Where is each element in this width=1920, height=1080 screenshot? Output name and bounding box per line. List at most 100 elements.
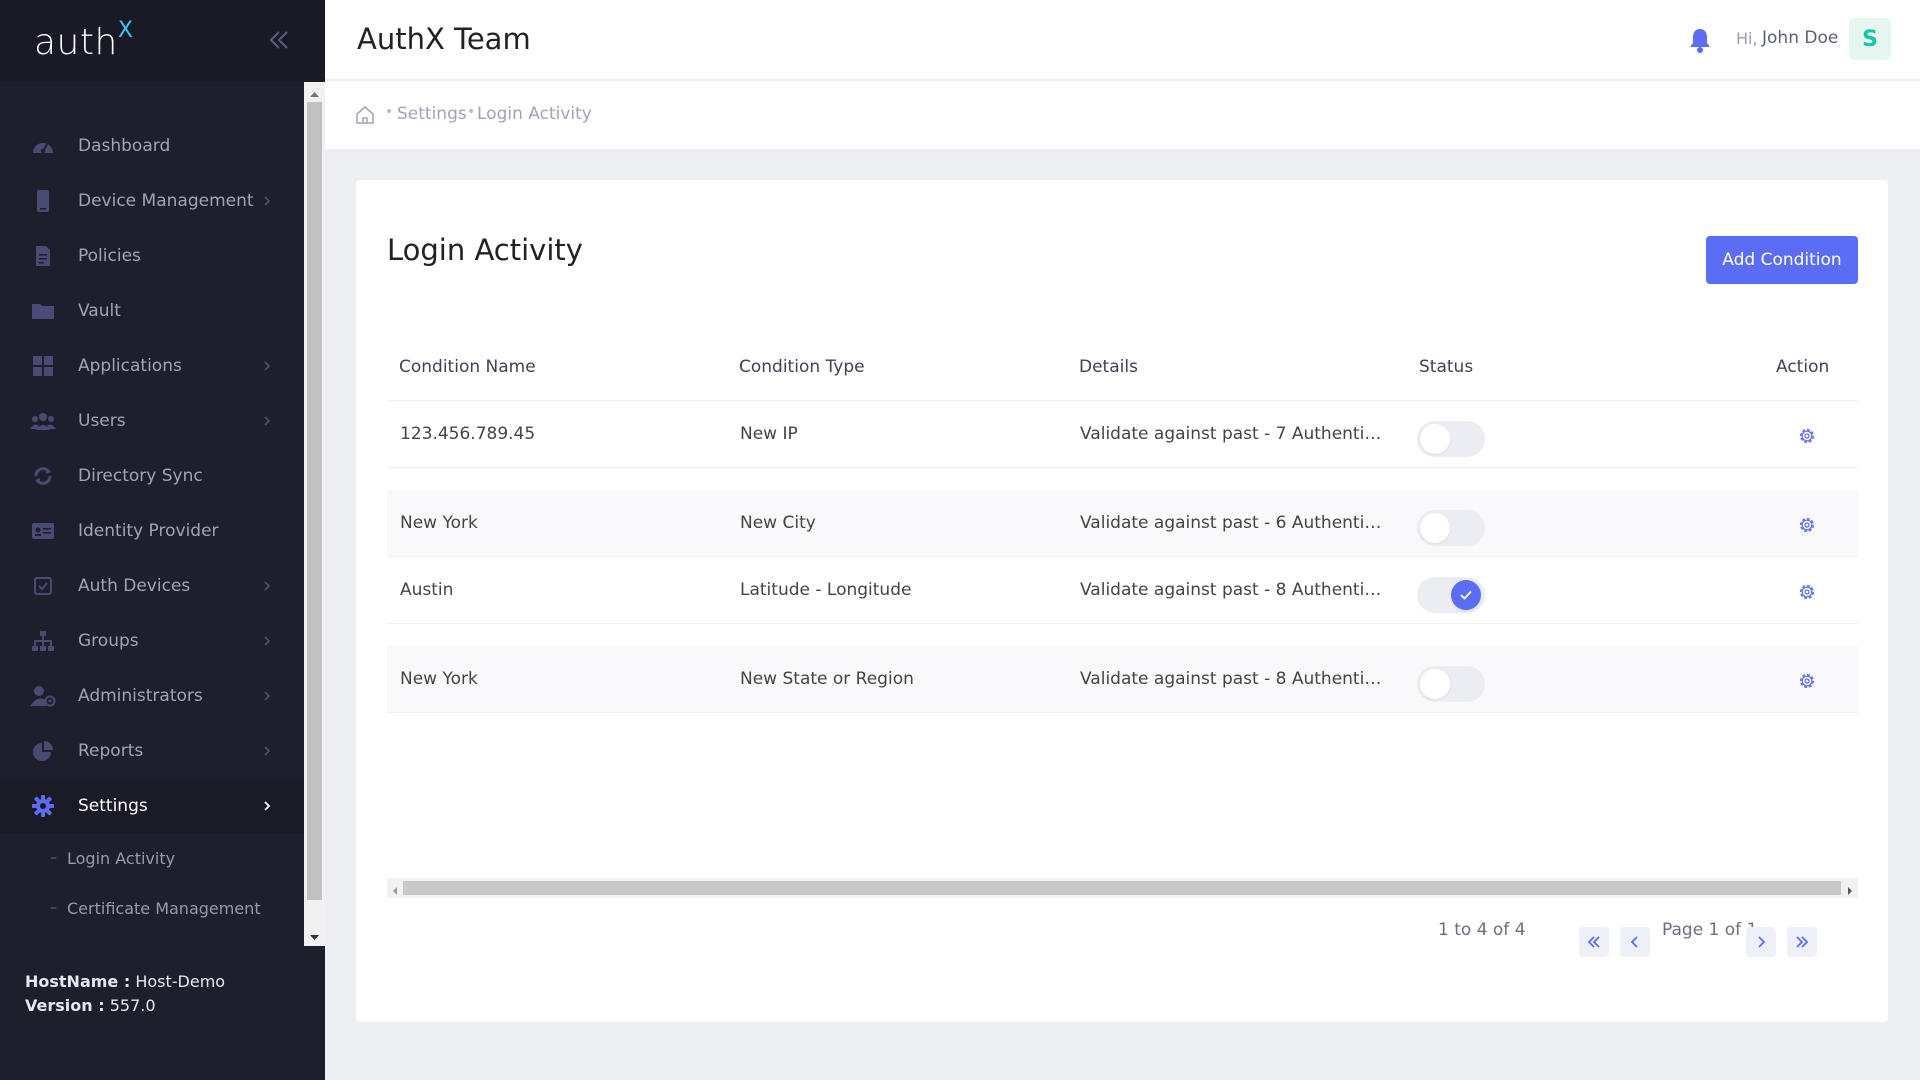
double-chevron-left-icon bbox=[1587, 936, 1600, 948]
column-header-condition-name[interactable]: Condition Name bbox=[399, 357, 536, 377]
bell-icon[interactable] bbox=[1687, 26, 1713, 54]
sync-icon bbox=[30, 463, 56, 489]
avatar[interactable]: S bbox=[1849, 18, 1891, 60]
sidebar-item-label: Reports bbox=[78, 740, 144, 761]
sitemap-icon bbox=[30, 628, 56, 654]
hostname-label: HostName : bbox=[25, 972, 131, 991]
status-toggle[interactable] bbox=[1417, 577, 1485, 613]
sidebar-item-label: Vault bbox=[78, 300, 121, 321]
toggle-knob bbox=[1420, 424, 1450, 454]
row-spacer bbox=[387, 468, 1858, 490]
toggle-knob bbox=[1451, 580, 1481, 610]
grid-icon bbox=[30, 353, 56, 379]
sidebar-scrollbar-thumb[interactable] bbox=[307, 102, 322, 900]
cell-details: Validate against past - 8 Authentication… bbox=[1080, 669, 1390, 689]
scroll-left-arrow-icon[interactable] bbox=[390, 882, 400, 895]
sidebar-item-label: Identity Provider bbox=[78, 520, 219, 541]
next-page-button[interactable] bbox=[1746, 927, 1776, 957]
sidebar-item-reports[interactable]: Reports bbox=[0, 723, 304, 778]
home-icon[interactable] bbox=[355, 105, 375, 125]
chevron-right-icon bbox=[1758, 936, 1766, 948]
version-value: 557.0 bbox=[109, 996, 156, 1015]
cell-condition-name: New York bbox=[400, 513, 478, 533]
sidebar-item-identity-provider[interactable]: Identity Provider bbox=[0, 503, 304, 558]
breadcrumb-current: Login Activity bbox=[477, 104, 592, 124]
column-header-details[interactable]: Details bbox=[1079, 357, 1138, 377]
sidebar-item-dashboard[interactable]: Dashboard bbox=[0, 118, 304, 173]
previous-page-button[interactable] bbox=[1620, 927, 1650, 957]
user-gear-icon bbox=[30, 683, 56, 709]
sidebar-item-label: Device Management bbox=[78, 190, 254, 211]
table-row: New York New City Validate against past … bbox=[387, 490, 1858, 557]
table-row: Austin Latitude - Longitude Validate aga… bbox=[387, 557, 1858, 624]
cell-condition-name: Austin bbox=[400, 580, 454, 600]
chevron-right-icon bbox=[262, 688, 272, 702]
dashboard-icon bbox=[30, 133, 56, 159]
row-spacer bbox=[387, 624, 1858, 646]
chevron-right-icon bbox=[262, 633, 272, 647]
sidebar-item-label: Directory Sync bbox=[78, 465, 203, 486]
gear-icon[interactable] bbox=[1797, 515, 1817, 535]
scroll-up-arrow-icon[interactable] bbox=[308, 86, 321, 98]
user-name[interactable]: John Doe bbox=[1762, 28, 1838, 48]
sidebar-subitem-login-activity[interactable]: – Login Activity bbox=[0, 833, 304, 883]
table-header: Condition Name Condition Type Details St… bbox=[387, 335, 1858, 401]
page-indicator: Page 1 of 1 bbox=[1662, 920, 1758, 940]
cell-details: Validate against past - 7 Authentication… bbox=[1080, 424, 1390, 444]
cell-condition-name: 123.456.789.45 bbox=[400, 424, 536, 444]
sidebar-menu: Dashboard Device Management Policies Vau… bbox=[0, 118, 304, 933]
page-title: Login Activity bbox=[387, 233, 583, 267]
sidebar-item-administrators[interactable]: Administrators bbox=[0, 668, 304, 723]
cell-condition-type: New IP bbox=[740, 424, 798, 444]
status-toggle[interactable] bbox=[1417, 510, 1485, 546]
gear-icon[interactable] bbox=[1797, 671, 1817, 691]
sidebar-subitem-label: Login Activity bbox=[67, 848, 176, 868]
breadcrumb-settings[interactable]: Settings bbox=[397, 104, 467, 124]
gear-icon[interactable] bbox=[1797, 426, 1817, 446]
toggle-knob bbox=[1420, 669, 1450, 699]
hostname-value: Host-Demo bbox=[135, 972, 226, 991]
cell-condition-type: Latitude - Longitude bbox=[740, 580, 912, 600]
id-card-icon bbox=[30, 518, 56, 544]
sidebar-item-label: Applications bbox=[78, 355, 182, 376]
sidebar-item-users[interactable]: Users bbox=[0, 393, 304, 448]
column-header-condition-type[interactable]: Condition Type bbox=[739, 357, 865, 377]
status-toggle[interactable] bbox=[1417, 421, 1485, 457]
add-condition-button[interactable]: Add Condition bbox=[1706, 236, 1858, 284]
sidebar-item-directory-sync[interactable]: Directory Sync bbox=[0, 448, 304, 503]
horizontal-scrollbar-thumb[interactable] bbox=[403, 881, 1841, 895]
logo-text: auth bbox=[34, 22, 118, 63]
toggle-knob bbox=[1420, 513, 1450, 543]
scroll-right-arrow-icon[interactable] bbox=[1845, 882, 1855, 895]
first-page-button[interactable] bbox=[1579, 927, 1609, 957]
column-header-status[interactable]: Status bbox=[1419, 357, 1473, 377]
gear-icon[interactable] bbox=[1797, 582, 1817, 602]
breadcrumb: • Settings • Login Activity bbox=[325, 81, 1920, 149]
conditions-table: Condition Name Condition Type Details St… bbox=[387, 335, 1858, 713]
sidebar-item-label: Dashboard bbox=[78, 135, 171, 156]
sidebar-item-auth-devices[interactable]: Auth Devices bbox=[0, 558, 304, 613]
last-page-button[interactable] bbox=[1787, 927, 1817, 957]
sidebar-item-settings[interactable]: Settings bbox=[0, 778, 304, 833]
sidebar-item-device-management[interactable]: Device Management bbox=[0, 173, 304, 228]
breadcrumb-separator: • bbox=[385, 104, 394, 120]
status-toggle[interactable] bbox=[1417, 666, 1485, 702]
sidebar-item-groups[interactable]: Groups bbox=[0, 613, 304, 668]
sidebar-item-policies[interactable]: Policies bbox=[0, 228, 304, 283]
sidebar-item-label: Groups bbox=[78, 630, 139, 651]
sidebar-item-applications[interactable]: Applications bbox=[0, 338, 304, 393]
sidebar-item-vault[interactable]: Vault bbox=[0, 283, 304, 338]
mobile-device-icon bbox=[30, 188, 56, 214]
double-chevron-right-icon bbox=[1796, 936, 1809, 948]
chevron-right-icon bbox=[262, 413, 272, 427]
chevron-right-icon bbox=[262, 743, 272, 757]
logo[interactable]: authX bbox=[34, 18, 133, 63]
scroll-down-arrow-icon[interactable] bbox=[308, 928, 321, 940]
table-row: 123.456.789.45 New IP Validate against p… bbox=[387, 401, 1858, 468]
logo-superscript: X bbox=[117, 18, 134, 43]
collapse-sidebar-icon[interactable] bbox=[268, 28, 290, 52]
sidebar-subitem-certificate-management[interactable]: – Certificate Management bbox=[0, 883, 304, 933]
table-horizontal-scrollbar[interactable] bbox=[387, 878, 1858, 898]
pie-chart-icon bbox=[30, 738, 56, 764]
sidebar-subitem-label: Certificate Management bbox=[67, 898, 261, 918]
